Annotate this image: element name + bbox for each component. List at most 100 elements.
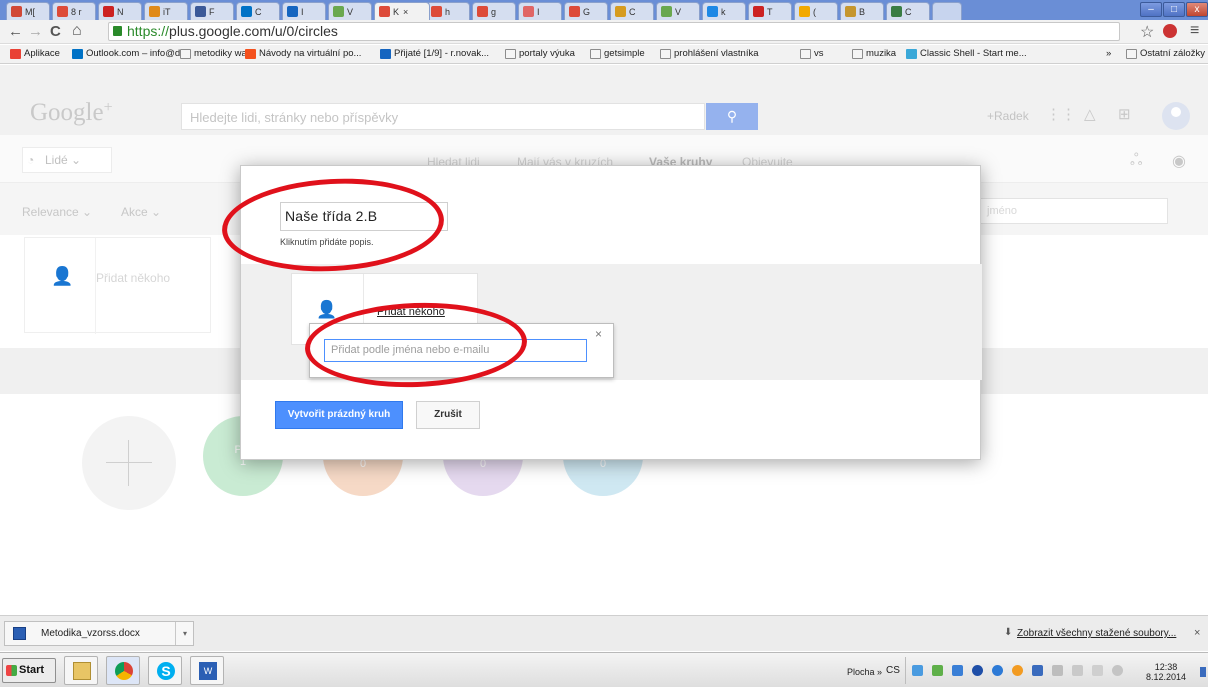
browser-tab[interactable]: I: [282, 2, 326, 20]
add-person-icon: 👤: [316, 300, 338, 319]
browser-tab[interactable]: B: [840, 2, 884, 20]
browser-tab[interactable]: h: [426, 2, 470, 20]
bookmark-label: getsimple: [604, 48, 645, 59]
tray-icon-3[interactable]: [952, 665, 963, 676]
windows-flag-icon: [6, 665, 17, 676]
bookmark-star-icon[interactable]: ☆: [1140, 22, 1154, 42]
home-icon[interactable]: ⌂: [72, 22, 82, 40]
tab-title: k: [721, 6, 726, 17]
chevron-down-icon[interactable]: ▾: [175, 622, 194, 645]
maximize-window-button[interactable]: □: [1163, 2, 1185, 17]
browser-tab[interactable]: C: [236, 2, 280, 20]
tray-icon-4[interactable]: [972, 665, 983, 676]
signal-icon[interactable]: [1092, 665, 1103, 676]
desktop-label: Plocha: [847, 667, 875, 677]
extension-icon[interactable]: [1163, 24, 1177, 38]
tray-icon-6[interactable]: [1012, 665, 1023, 676]
folder-icon: [1126, 48, 1137, 59]
new-tab-button[interactable]: [932, 2, 962, 20]
tab-title: h: [445, 6, 451, 17]
close-shelf-icon[interactable]: ×: [1194, 627, 1200, 639]
browser-tab[interactable]: K ×: [374, 2, 430, 20]
bookmark-item[interactable]: Přijaté [1/9] - r.novak...: [380, 48, 489, 59]
menu-icon[interactable]: ≡: [1190, 22, 1199, 40]
tab-favicon-icon: [661, 6, 672, 17]
tray-icon-1[interactable]: [912, 665, 923, 676]
bookmark-item[interactable]: vs: [800, 48, 824, 59]
taskbar: Start S W Plocha » CS 12:38 8.12.2014: [0, 652, 1208, 687]
tab-title: V: [347, 6, 354, 17]
browser-tab[interactable]: V: [656, 2, 700, 20]
bookmarks-overflow-icon[interactable]: »: [1106, 48, 1111, 59]
bookmark-item[interactable]: muzika: [852, 48, 896, 59]
desktop-toolbar-label[interactable]: Plocha »: [847, 667, 882, 677]
browser-tab[interactable]: iT: [144, 2, 188, 20]
tab-favicon-icon: [753, 6, 764, 17]
popup-close-icon[interactable]: ×: [595, 327, 602, 341]
taskbar-skype[interactable]: S: [148, 656, 182, 685]
browser-tab[interactable]: g: [472, 2, 516, 20]
volume-icon[interactable]: [1112, 665, 1123, 676]
browser-tab[interactable]: I: [518, 2, 562, 20]
cancel-button[interactable]: Zrušit: [416, 401, 480, 429]
tray-icon-7[interactable]: [1032, 665, 1043, 676]
browser-tab[interactable]: (: [794, 2, 838, 20]
tab-title: B: [859, 6, 866, 17]
tab-favicon-icon: [149, 6, 160, 17]
address-bar[interactable]: https://plus.google.com/u/0/circles: [108, 22, 1120, 41]
tab-title: V: [675, 6, 682, 17]
bookmark-item[interactable]: Návody na virtuální po...: [245, 48, 361, 59]
tab-favicon-icon: [11, 6, 22, 17]
browser-tab[interactable]: T: [748, 2, 792, 20]
back-icon[interactable]: ←: [8, 23, 23, 40]
reload-icon[interactable]: C: [50, 23, 61, 40]
bookmark-item[interactable]: Aplikace: [10, 48, 60, 59]
taskbar-explorer[interactable]: [64, 656, 98, 685]
bookmark-item[interactable]: metodiky wa: [180, 48, 247, 59]
create-empty-circle-button[interactable]: Vytvořit prázdný kruh: [275, 401, 403, 429]
tab-title: T: [767, 6, 773, 17]
chrome-icon: [115, 662, 133, 680]
browser-tab[interactable]: C: [610, 2, 654, 20]
other-bookmarks-folder[interactable]: Ostatní záložky: [1126, 48, 1205, 59]
folder-icon: [180, 48, 191, 59]
tray-icon-5[interactable]: [992, 665, 1003, 676]
taskbar-chrome[interactable]: [106, 656, 140, 685]
download-item[interactable]: Metodika_vzorss.docx ▾: [4, 621, 194, 646]
language-indicator[interactable]: CS: [886, 665, 900, 676]
bookmark-label: portaly výuka: [519, 48, 575, 59]
tab-close-icon[interactable]: ×: [403, 7, 408, 17]
close-window-button[interactable]: x: [1186, 2, 1208, 17]
clock-date: 8.12.2014: [1146, 672, 1187, 682]
flag-icon[interactable]: [1052, 665, 1063, 676]
bookmark-item[interactable]: portaly výuka: [505, 48, 575, 59]
network-icon[interactable]: [1072, 665, 1083, 676]
browser-tab[interactable]: 8 r: [52, 2, 96, 20]
browser-tab[interactable]: G: [564, 2, 608, 20]
bookmark-favicon-icon: [380, 48, 391, 59]
browser-tab[interactable]: V: [328, 2, 372, 20]
show-desktop-button[interactable]: [1200, 667, 1206, 677]
minimize-window-button[interactable]: –: [1140, 2, 1162, 17]
tab-strip: M[8 r NiT F C I V K × h g I G C Vk T (B C – □ x: [0, 0, 1208, 20]
bookmark-item[interactable]: Classic Shell - Start me...: [906, 48, 1027, 59]
tray-icon-2[interactable]: [932, 665, 943, 676]
tab-title: F: [209, 6, 215, 17]
taskbar-word[interactable]: W: [190, 656, 224, 685]
start-button[interactable]: Start: [2, 658, 56, 683]
tab-title: G: [583, 6, 591, 17]
tab-favicon-icon: [615, 6, 626, 17]
browser-tab[interactable]: N: [98, 2, 142, 20]
taskbar-clock[interactable]: 12:38 8.12.2014: [1146, 662, 1186, 682]
tab-favicon-icon: [379, 6, 390, 17]
browser-tab[interactable]: F: [190, 2, 234, 20]
show-all-downloads-link[interactable]: Zobrazit všechny stažené soubory...: [1017, 628, 1176, 639]
bookmark-item[interactable]: getsimple: [590, 48, 645, 59]
forward-icon[interactable]: →: [28, 23, 43, 40]
browser-tab[interactable]: C: [886, 2, 930, 20]
bookmark-item[interactable]: Outlook.com – info@d...: [72, 48, 188, 59]
bookmark-label: Návody na virtuální po...: [259, 48, 362, 59]
browser-tab[interactable]: k: [702, 2, 746, 20]
bookmark-item[interactable]: prohlášení vlastníka: [660, 48, 759, 59]
browser-tab[interactable]: M[: [6, 2, 50, 20]
